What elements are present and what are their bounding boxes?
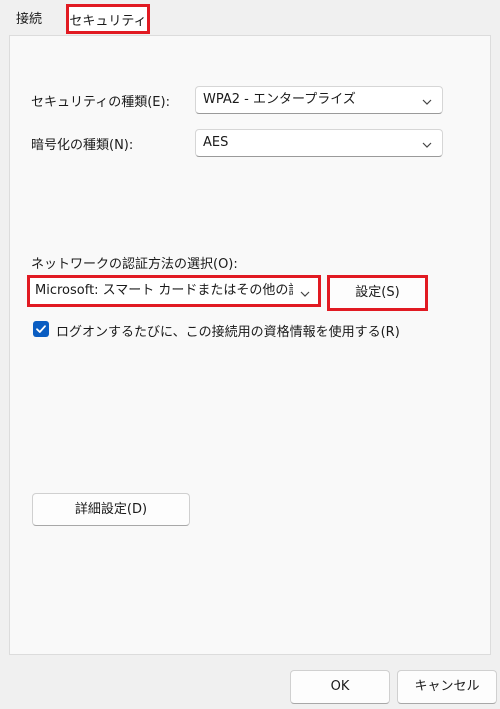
remember-credentials-label: ログオンするたびに、この接続用の資格情報を使用する(R): [56, 325, 400, 340]
auth-settings-button[interactable]: 設定(S): [327, 275, 428, 311]
ok-button[interactable]: OK: [290, 670, 390, 704]
checkmark-icon: [36, 325, 46, 333]
security-panel: [9, 35, 491, 655]
security-type-value: WPA2 - エンタープライズ: [203, 92, 356, 107]
auth-method-value: Microsoft: スマート カードまたはその他の証明: [35, 283, 293, 298]
remember-credentials-checkbox[interactable]: [33, 321, 49, 337]
auth-method-label: ネットワークの認証方法の選択(O):: [31, 257, 238, 272]
auth-method-dropdown[interactable]: Microsoft: スマート カードまたはその他の証明: [27, 275, 321, 307]
security-type-label: セキュリティの種類(E):: [31, 95, 170, 110]
tab-security[interactable]: セキュリティ: [66, 4, 150, 34]
encryption-type-value: AES: [203, 135, 229, 150]
security-type-dropdown[interactable]: WPA2 - エンタープライズ: [195, 86, 443, 114]
cancel-button[interactable]: キャンセル: [397, 670, 497, 704]
chevron-down-icon: [422, 138, 432, 148]
advanced-settings-button[interactable]: 詳細設定(D): [32, 493, 190, 526]
encryption-type-label: 暗号化の種類(N):: [31, 138, 134, 153]
tab-bar: 接続 セキュリティ: [0, 0, 500, 39]
chevron-down-icon: [422, 95, 432, 105]
encryption-type-dropdown[interactable]: AES: [195, 129, 443, 157]
tab-connection[interactable]: 接続: [10, 6, 48, 34]
chevron-down-icon: [300, 287, 310, 297]
